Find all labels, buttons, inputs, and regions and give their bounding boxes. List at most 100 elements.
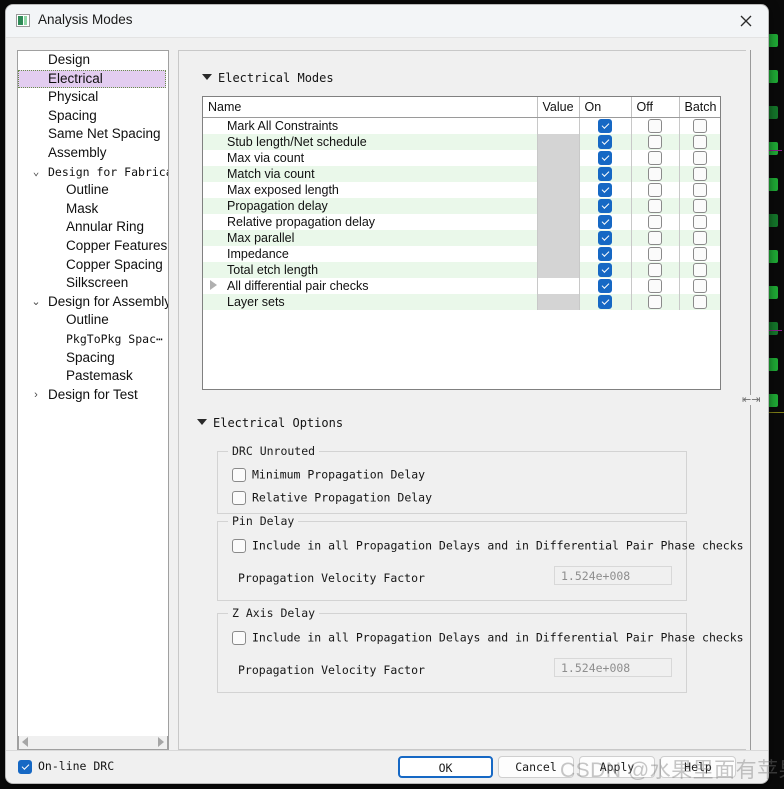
pane-splitter[interactable]: ⇤⇥ (742, 50, 760, 750)
category-tree[interactable]: Design Electrical Physical Spacing Same Net … (17, 50, 169, 750)
sidebar-item[interactable]: › Design for Test (18, 386, 168, 405)
pin-delay-velocity-input[interactable]: 1.524e+008 (554, 566, 672, 585)
off-checkbox-cell[interactable] (631, 150, 680, 166)
cancel-button[interactable]: Cancel (498, 756, 574, 778)
expand-triangle-icon[interactable] (210, 280, 217, 290)
sidebar-item[interactable]: Annular Ring (18, 218, 168, 237)
mode-name-cell[interactable]: Max via count (203, 150, 538, 166)
on-checkbox[interactable] (598, 279, 612, 294)
sidebar-item[interactable]: Same Net Spacing (18, 125, 168, 144)
z-axis-delay-velocity-input[interactable]: 1.524e+008 (554, 658, 672, 677)
sidebar-item[interactable]: Pastemask (18, 367, 168, 386)
on-checkbox-cell[interactable] (579, 278, 632, 294)
batch-checkbox[interactable] (692, 183, 707, 198)
checkbox-online-drc[interactable]: On-line DRC (18, 759, 114, 774)
mode-value-cell[interactable] (537, 166, 580, 182)
off-checkbox[interactable] (648, 231, 662, 246)
table-row[interactable]: Mark All Constraints (203, 117, 720, 134)
batch-checkbox[interactable] (692, 151, 707, 166)
chevron-down-icon[interactable]: ⌄ (30, 293, 42, 312)
scroll-left-arrow-icon[interactable] (22, 737, 28, 747)
on-checkbox[interactable] (598, 183, 612, 198)
mode-value-cell[interactable] (537, 214, 580, 230)
mode-name-cell[interactable]: Relative propagation delay (203, 214, 538, 230)
table-row[interactable]: Impedance (203, 246, 720, 262)
batch-checkbox-cell[interactable] (679, 262, 720, 278)
batch-checkbox-cell[interactable] (679, 278, 720, 294)
on-checkbox-cell[interactable] (579, 294, 632, 310)
checkbox-relative-propagation-delay[interactable]: Relative Propagation Delay (232, 490, 432, 505)
on-checkbox-cell[interactable] (579, 117, 632, 134)
off-checkbox-cell[interactable] (631, 262, 680, 278)
on-checkbox[interactable] (598, 167, 612, 182)
column-header-value[interactable]: Value (537, 97, 580, 118)
off-checkbox[interactable] (648, 199, 662, 214)
batch-checkbox-cell[interactable] (679, 150, 720, 166)
mode-name-cell[interactable]: Stub length/Net schedule (203, 134, 538, 150)
on-checkbox-cell[interactable] (579, 134, 632, 150)
checkbox-box[interactable] (232, 490, 246, 505)
off-checkbox[interactable] (648, 119, 662, 134)
mode-value-cell[interactable] (537, 182, 580, 198)
on-checkbox-cell[interactable] (579, 182, 632, 198)
table-row[interactable]: Max parallel (203, 230, 720, 246)
mode-value-cell[interactable] (537, 278, 580, 294)
column-header-off[interactable]: Off (631, 97, 680, 118)
sidebar-item[interactable]: Copper Features (18, 237, 168, 256)
off-checkbox-cell[interactable] (631, 294, 680, 310)
table-row[interactable]: Propagation delay (203, 198, 720, 214)
sidebar-item[interactable]: Outline (18, 311, 168, 330)
mode-name-cell[interactable]: Mark All Constraints (203, 117, 538, 134)
batch-checkbox-cell[interactable] (679, 134, 720, 150)
on-checkbox[interactable] (598, 231, 612, 246)
table-row[interactable]: All differential pair checks (203, 278, 720, 294)
checkbox-box[interactable] (232, 630, 246, 645)
off-checkbox[interactable] (648, 167, 662, 182)
on-checkbox-cell[interactable] (579, 150, 632, 166)
mode-value-cell[interactable] (537, 294, 580, 310)
off-checkbox-cell[interactable] (631, 134, 680, 150)
help-button[interactable]: Help (660, 756, 736, 778)
mode-name-cell[interactable]: Match via count (203, 166, 538, 182)
on-checkbox[interactable] (598, 263, 612, 278)
mode-value-cell[interactable] (537, 246, 580, 262)
batch-checkbox-cell[interactable] (679, 182, 720, 198)
mode-value-cell[interactable] (537, 134, 580, 150)
sidebar-item[interactable]: Mask (18, 200, 168, 219)
mode-name-cell[interactable]: Max exposed length (203, 182, 538, 198)
batch-checkbox[interactable] (692, 263, 707, 278)
apply-button[interactable]: Apply (579, 756, 655, 778)
table-row[interactable]: Match via count (203, 166, 720, 182)
mode-name-cell[interactable]: Max parallel (203, 230, 538, 246)
sidebar-item[interactable]: Outline (18, 181, 168, 200)
batch-checkbox[interactable] (692, 215, 707, 230)
sidebar-item[interactable]: Silkscreen (18, 274, 168, 293)
splitter-grip-icon[interactable]: ⇤⇥ (742, 395, 760, 406)
off-checkbox[interactable] (648, 279, 662, 294)
batch-checkbox[interactable] (692, 247, 707, 262)
checkbox-pin-delay-include[interactable]: Include in all Propagation Delays and in… (232, 538, 744, 553)
scroll-right-arrow-icon[interactable] (158, 737, 164, 747)
off-checkbox-cell[interactable] (631, 182, 680, 198)
mode-value-cell[interactable] (537, 262, 580, 278)
column-header-on[interactable]: On (579, 97, 632, 118)
batch-checkbox[interactable] (692, 231, 707, 246)
electrical-options-section-header[interactable]: Electrical Options (197, 416, 343, 430)
sidebar-item[interactable]: Physical (18, 88, 168, 107)
batch-checkbox-cell[interactable] (679, 246, 720, 262)
batch-checkbox[interactable] (692, 279, 707, 294)
off-checkbox-cell[interactable] (631, 214, 680, 230)
mode-name-cell[interactable]: Layer sets (203, 294, 538, 310)
sidebar-item[interactable]: PkgToPkg Spac⋯ (18, 330, 168, 349)
electrical-modes-section-header[interactable]: Electrical Modes (202, 71, 334, 85)
on-checkbox[interactable] (598, 247, 612, 262)
batch-checkbox[interactable] (692, 119, 707, 134)
on-checkbox[interactable] (598, 215, 612, 230)
checkbox-box[interactable] (232, 538, 246, 553)
checkbox-minimum-propagation-delay[interactable]: Minimum Propagation Delay (232, 467, 425, 482)
batch-checkbox-cell[interactable] (679, 166, 720, 182)
sidebar-item[interactable]: Copper Spacing (18, 256, 168, 275)
mode-value-cell[interactable] (537, 117, 580, 134)
off-checkbox[interactable] (648, 135, 662, 150)
sidebar-item[interactable]: ⌄ Design for Assembly (18, 293, 168, 312)
